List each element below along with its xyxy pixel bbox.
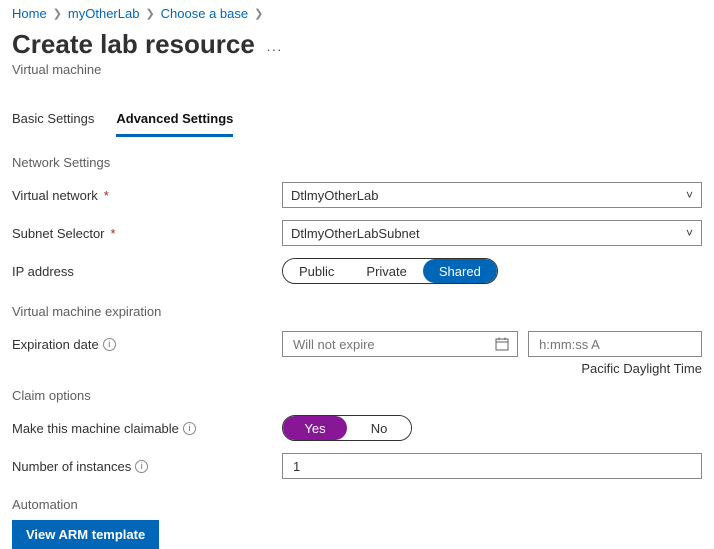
breadcrumb-home[interactable]: Home	[12, 6, 47, 21]
info-icon[interactable]: i	[135, 460, 148, 473]
chevron-right-icon: ❯	[53, 7, 62, 20]
label-expiration-date: Expiration date	[12, 337, 99, 352]
expiration-date-input[interactable]	[282, 331, 518, 357]
breadcrumb: Home ❯ myOtherLab ❯ Choose a base ❯	[12, 6, 702, 21]
tab-advanced-settings[interactable]: Advanced Settings	[116, 105, 233, 137]
timezone-label: Pacific Daylight Time	[12, 361, 702, 376]
page-subtitle: Virtual machine	[12, 62, 702, 77]
page-title: Create lab resource	[12, 29, 255, 60]
tab-basic-settings[interactable]: Basic Settings	[12, 105, 94, 137]
ip-option-private[interactable]: Private	[350, 259, 422, 283]
vnet-select-value: DtlmyOtherLab	[291, 188, 378, 203]
section-claim: Claim options	[12, 388, 702, 403]
subnet-select[interactable]: DtlmyOtherLabSubnet ˅	[282, 220, 702, 246]
required-indicator: *	[104, 188, 109, 203]
chevron-right-icon: ❯	[145, 7, 154, 20]
required-indicator: *	[111, 226, 116, 241]
claimable-toggle: Yes No	[282, 415, 412, 441]
info-icon[interactable]: i	[103, 338, 116, 351]
label-vnet: Virtual network	[12, 188, 98, 203]
section-automation: Automation	[12, 497, 702, 512]
label-subnet: Subnet Selector	[12, 226, 105, 241]
breadcrumb-lab[interactable]: myOtherLab	[68, 6, 140, 21]
more-actions-button[interactable]: ···	[266, 42, 282, 57]
section-expiration: Virtual machine expiration	[12, 304, 702, 319]
chevron-down-icon: ˅	[686, 188, 693, 202]
expiration-time-input[interactable]	[528, 331, 702, 357]
ip-option-public[interactable]: Public	[283, 259, 350, 283]
instances-input[interactable]	[291, 458, 693, 475]
expiration-time-field[interactable]	[537, 336, 693, 353]
label-instances: Number of instances	[12, 459, 131, 474]
expiration-date-field[interactable]	[291, 336, 495, 353]
breadcrumb-choose-base[interactable]: Choose a base	[161, 6, 248, 21]
subnet-select-value: DtlmyOtherLabSubnet	[291, 226, 420, 241]
calendar-icon[interactable]	[495, 337, 509, 351]
chevron-right-icon: ❯	[254, 7, 263, 20]
ip-option-shared[interactable]: Shared	[423, 259, 497, 283]
info-icon[interactable]: i	[183, 422, 196, 435]
section-network: Network Settings	[12, 155, 702, 170]
vnet-select[interactable]: DtlmyOtherLab ˅	[282, 182, 702, 208]
chevron-down-icon: ˅	[686, 226, 693, 240]
ip-address-toggle: Public Private Shared	[282, 258, 498, 284]
label-claimable: Make this machine claimable	[12, 421, 179, 436]
claimable-yes[interactable]: Yes	[283, 416, 347, 440]
claimable-no[interactable]: No	[347, 416, 411, 440]
label-ip: IP address	[12, 264, 74, 279]
tabs: Basic Settings Advanced Settings	[12, 105, 702, 137]
instances-input-wrapper[interactable]	[282, 453, 702, 479]
